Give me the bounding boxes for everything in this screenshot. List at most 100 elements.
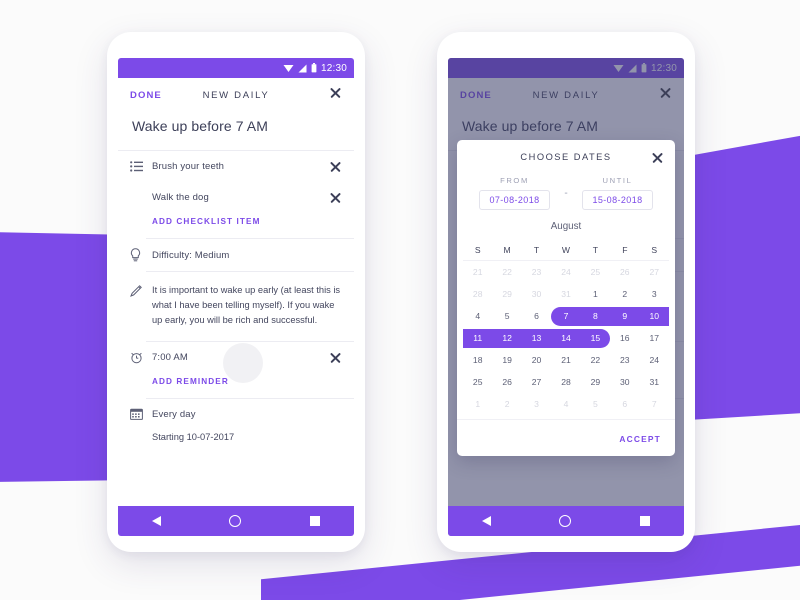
- dialog-title: CHOOSE DATES: [520, 152, 612, 162]
- notes-row[interactable]: It is important to wake up early (at lea…: [118, 272, 354, 341]
- calendar-day[interactable]: 22: [492, 261, 521, 283]
- calendar-day[interactable]: 26: [610, 261, 639, 283]
- home-circle-icon[interactable]: [559, 515, 572, 527]
- calendar-day[interactable]: 5: [492, 305, 521, 327]
- calendar-day-selected[interactable]: 11: [463, 327, 492, 349]
- calendar-day[interactable]: 6: [522, 305, 551, 327]
- calendar-day[interactable]: 16: [610, 327, 639, 349]
- recents-square-icon[interactable]: [639, 516, 650, 526]
- calendar-day[interactable]: 5: [581, 393, 610, 415]
- calendar-day[interactable]: 21: [551, 349, 580, 371]
- date-range-fields: FROM 07-08-2018 - UNTIL 15-08-2018: [457, 174, 675, 216]
- calendar-day[interactable]: 7: [640, 393, 669, 415]
- repeat-label: Every day: [152, 408, 196, 420]
- back-triangle-icon[interactable]: [482, 516, 492, 526]
- accept-button[interactable]: ACCEPT: [619, 434, 661, 444]
- calendar-day[interactable]: 3: [522, 393, 551, 415]
- calendar-weekday: S: [474, 245, 481, 255]
- close-icon: [329, 351, 342, 364]
- calendar-day[interactable]: 20: [522, 349, 551, 371]
- calendar-day[interactable]: 25: [463, 371, 492, 393]
- calendar-day[interactable]: 4: [551, 393, 580, 415]
- calendar-day[interactable]: 28: [463, 283, 492, 305]
- calendar-day[interactable]: 29: [581, 371, 610, 393]
- calendar-day[interactable]: 4: [463, 305, 492, 327]
- app-bar: DONE NEW DAILY: [118, 78, 354, 112]
- task-title-input[interactable]: Wake up before 7 AM: [118, 112, 354, 150]
- calendar-day[interactable]: 1: [581, 283, 610, 305]
- calendar-day[interactable]: 18: [463, 349, 492, 371]
- calendar-day[interactable]: 24: [640, 349, 669, 371]
- calendar-day[interactable]: 25: [581, 261, 610, 283]
- from-date-input[interactable]: 07-08-2018: [479, 190, 550, 210]
- range-separator: -: [564, 187, 568, 199]
- back-triangle-icon[interactable]: [152, 516, 162, 526]
- calendar-day[interactable]: 6: [610, 393, 639, 415]
- close-icon: [329, 160, 342, 173]
- calendar-day-selected[interactable]: 12: [492, 327, 521, 349]
- calendar-day[interactable]: 23: [522, 261, 551, 283]
- close-button[interactable]: [659, 86, 672, 104]
- calendar-day[interactable]: 19: [492, 349, 521, 371]
- from-label: FROM: [500, 176, 529, 185]
- calendar-weekday: T: [533, 245, 540, 255]
- calendar-day[interactable]: 31: [551, 283, 580, 305]
- until-field-group: UNTIL 15-08-2018: [574, 176, 661, 210]
- checklist-item-remove-button[interactable]: [326, 191, 342, 204]
- close-button[interactable]: [329, 86, 342, 104]
- calendar-weekday-header: SMTWTFS: [463, 240, 669, 261]
- recents-square-icon[interactable]: [309, 516, 320, 526]
- close-icon: [329, 86, 342, 99]
- close-icon: [651, 151, 664, 164]
- dialog-footer: ACCEPT: [457, 419, 675, 452]
- calendar-day[interactable]: 21: [463, 261, 492, 283]
- calendar-day-selected[interactable]: 14: [551, 327, 580, 349]
- calendar-day-selected[interactable]: 15: [581, 327, 610, 349]
- checklist-item[interactable]: Brush your teeth: [118, 151, 354, 182]
- calendar-day[interactable]: 30: [610, 371, 639, 393]
- calendar-grid: S M T W T F S 21 22 23 24 25 26 27 28 29 30 31 1 2 3 4 5 6 7 8 9 10…: [457, 240, 675, 415]
- calendar-day[interactable]: 27: [522, 371, 551, 393]
- calendar-day[interactable]: 23: [610, 349, 639, 371]
- checklist-item-label: Walk the dog: [152, 192, 209, 203]
- calendar-day[interactable]: 1: [463, 393, 492, 415]
- calendar-weekday: M: [503, 245, 511, 255]
- calendar-day[interactable]: 31: [640, 371, 669, 393]
- add-checklist-item-button[interactable]: ADD CHECKLIST ITEM: [118, 213, 354, 238]
- starting-date-label: Starting 10-07-2017: [152, 432, 235, 443]
- done-button[interactable]: DONE: [130, 90, 162, 101]
- calendar-day[interactable]: 24: [551, 261, 580, 283]
- checklist-item[interactable]: Walk the dog: [118, 182, 354, 213]
- calendar-week-row: 25 26 27 28 29 30 31: [463, 371, 669, 393]
- calendar-day-selected[interactable]: 7: [551, 305, 580, 327]
- dialog-close-button[interactable]: [651, 151, 664, 169]
- calendar-day-selected[interactable]: 13: [522, 327, 551, 349]
- calendar-day[interactable]: 2: [492, 393, 521, 415]
- calendar-day[interactable]: 2: [610, 283, 639, 305]
- status-bar-clock: 12:30: [320, 62, 347, 74]
- calendar-day[interactable]: 28: [551, 371, 580, 393]
- calendar-day[interactable]: 17: [640, 327, 669, 349]
- calendar-day-selected[interactable]: 9: [610, 305, 639, 327]
- calendar-day[interactable]: 26: [492, 371, 521, 393]
- decorative-shape-right: [688, 120, 800, 420]
- from-field-group: FROM 07-08-2018: [471, 176, 558, 210]
- calendar-day-selected[interactable]: 10: [640, 305, 669, 327]
- difficulty-row[interactable]: Difficulty: Medium: [118, 239, 354, 271]
- calendar-day[interactable]: 22: [581, 349, 610, 371]
- until-label: UNTIL: [602, 176, 633, 185]
- repeat-row[interactable]: Every day: [118, 399, 354, 429]
- calendar-day[interactable]: 3: [640, 283, 669, 305]
- screen-left: 12:30 DONE NEW DAILY Wake up before 7 AM: [118, 58, 354, 536]
- home-circle-icon[interactable]: [229, 515, 242, 527]
- calendar-day-selected[interactable]: 8: [581, 305, 610, 327]
- calendar-day[interactable]: 29: [492, 283, 521, 305]
- reminder-remove-button[interactable]: [326, 351, 342, 364]
- close-icon: [329, 191, 342, 204]
- checklist-item-remove-button[interactable]: [326, 160, 342, 173]
- calendar-week-row: 4 5 6 7 8 9 10: [463, 305, 669, 327]
- calendar-weekday: F: [622, 245, 628, 255]
- calendar-day[interactable]: 30: [522, 283, 551, 305]
- calendar-day[interactable]: 27: [640, 261, 669, 283]
- until-date-input[interactable]: 15-08-2018: [582, 190, 653, 210]
